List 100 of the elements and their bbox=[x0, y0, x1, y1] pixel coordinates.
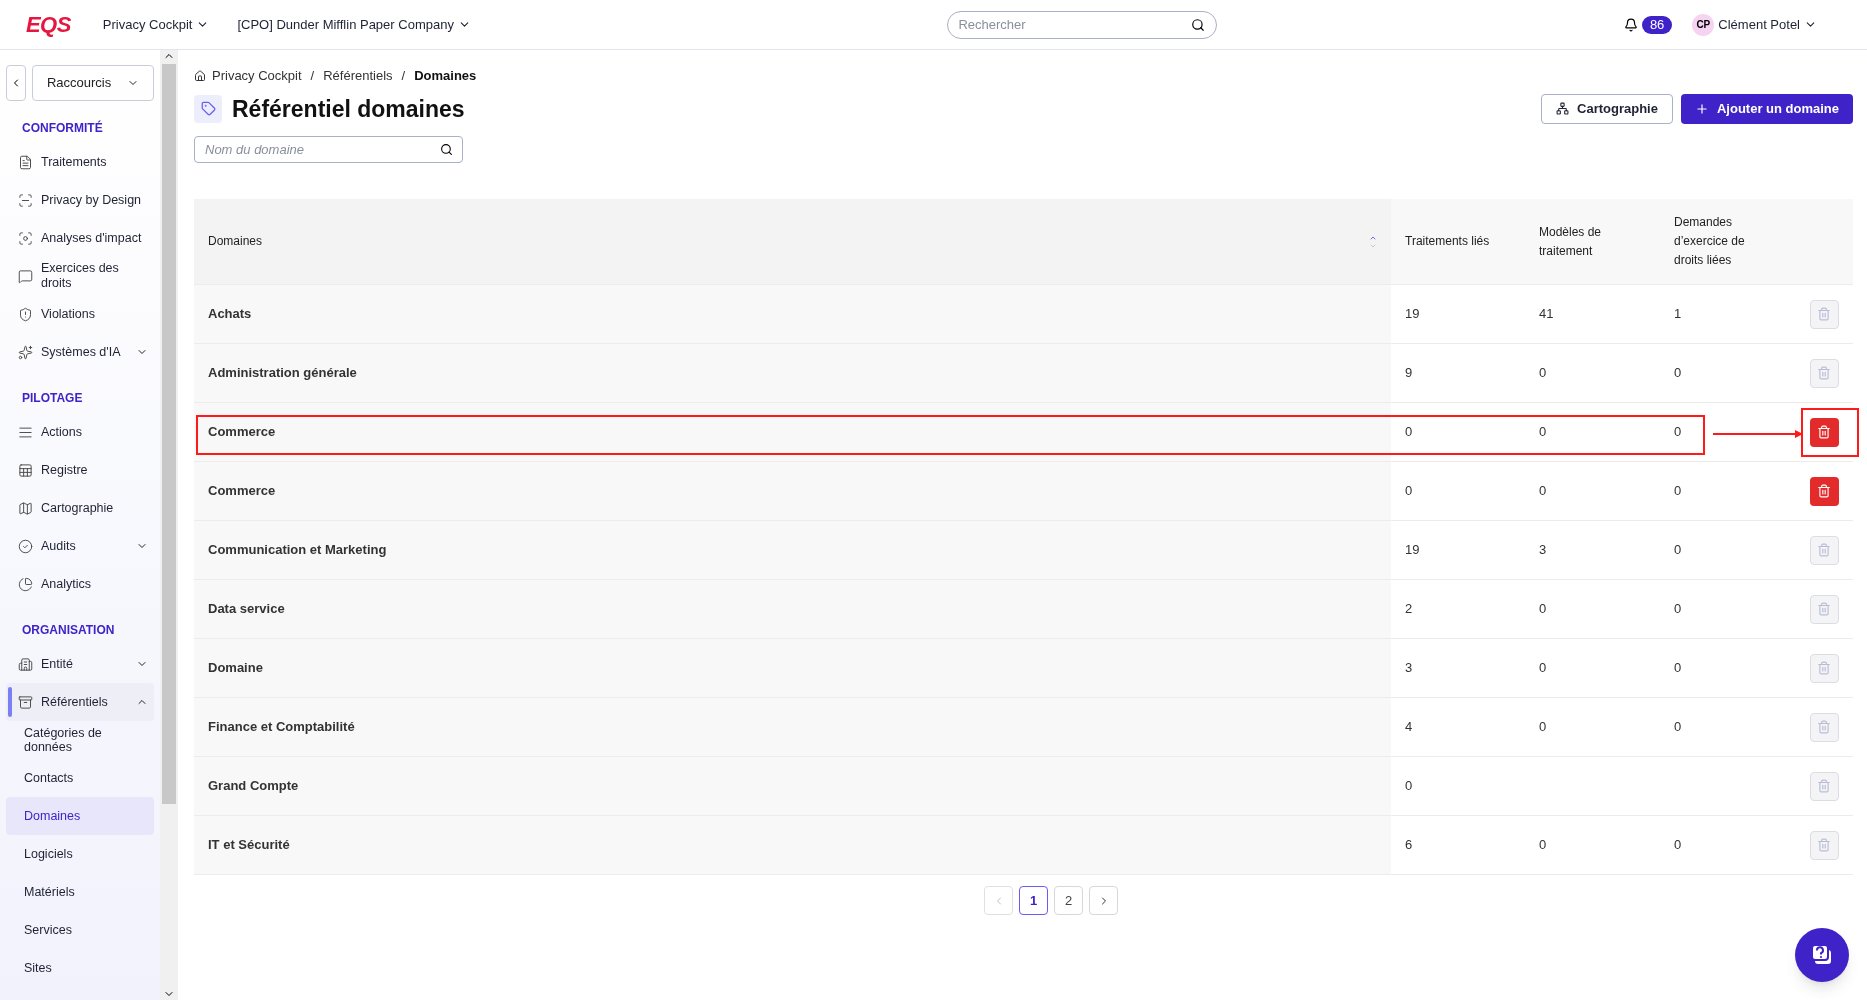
breadcrumb-link[interactable]: Privacy Cockpit bbox=[212, 66, 302, 86]
section-heading: CONFORMITÉ bbox=[21, 119, 104, 137]
scan-icon bbox=[18, 192, 33, 208]
company-menu[interactable]: [CPO] Dunder Mifflin Paper Company bbox=[237, 14, 471, 35]
table-cell-text: 3 bbox=[1539, 541, 1547, 560]
table-cell-text: 0 bbox=[1539, 600, 1547, 619]
notification-badge: 86 bbox=[1641, 15, 1673, 34]
table-cell-text: 41 bbox=[1539, 305, 1554, 324]
table-cell-text: 0 bbox=[1539, 364, 1547, 383]
delete-button[interactable] bbox=[1809, 476, 1839, 506]
pie-chart-icon bbox=[18, 576, 33, 592]
chat-icon bbox=[18, 268, 33, 284]
search-icon bbox=[440, 143, 453, 156]
delete-button[interactable] bbox=[1809, 417, 1839, 447]
domain-name: IT et Sécurité bbox=[208, 836, 290, 855]
help-button[interactable] bbox=[1795, 928, 1849, 982]
table-cell-text: 9 bbox=[1405, 364, 1413, 383]
page-button[interactable]: 1 bbox=[1019, 886, 1048, 915]
trash-icon bbox=[1817, 366, 1831, 380]
trash-icon bbox=[1817, 484, 1831, 498]
sidebar-item[interactable]: Exercices des droits bbox=[6, 257, 155, 295]
sidebar-subitem[interactable]: Domaines bbox=[6, 797, 155, 835]
table-cell-text: 0 bbox=[1405, 777, 1413, 796]
table-cell-text: 0 bbox=[1539, 659, 1547, 678]
domain-search-field[interactable]: Nom du domaine bbox=[194, 136, 463, 163]
user-avatar: CP bbox=[1692, 13, 1715, 36]
app-menu[interactable]: Privacy Cockpit bbox=[102, 14, 210, 35]
sidebar-item[interactable]: Analytics bbox=[6, 565, 155, 603]
table-cell-text: 0 bbox=[1674, 600, 1682, 619]
target-icon bbox=[18, 230, 33, 246]
next-page-button[interactable] bbox=[1089, 886, 1118, 915]
search-field[interactable]: Rechercher bbox=[947, 10, 1218, 39]
column-header[interactable]: Domaines bbox=[194, 199, 1391, 284]
domain-name: Communication et Marketing bbox=[208, 541, 387, 560]
breadcrumb-separator: / bbox=[310, 67, 315, 85]
sidebar-subitem[interactable]: Services bbox=[6, 911, 155, 949]
table-cell-text: 0 bbox=[1674, 541, 1682, 560]
trash-icon bbox=[1817, 838, 1831, 852]
map-icon bbox=[18, 500, 33, 516]
table-cell-text: 4 bbox=[1405, 718, 1413, 737]
sidebar-item[interactable]: Actions bbox=[6, 413, 155, 451]
bell-icon[interactable] bbox=[1623, 17, 1638, 32]
column-header: Traitements liés bbox=[1404, 233, 1491, 250]
sidebar-subitem[interactable]: Catégories de données bbox=[6, 721, 155, 759]
search-icon bbox=[1191, 17, 1206, 32]
trash-icon bbox=[1817, 720, 1831, 734]
domain-name: Domaine bbox=[208, 659, 263, 678]
building-icon bbox=[18, 656, 33, 672]
page-button[interactable]: 2 bbox=[1054, 886, 1083, 915]
table-cell-text: 6 bbox=[1405, 836, 1413, 855]
table-cell-text: 0 bbox=[1539, 718, 1547, 737]
trash-icon bbox=[1817, 602, 1831, 616]
highlight-frame bbox=[1801, 408, 1859, 457]
sidebar-subitem[interactable]: Matériels bbox=[6, 873, 155, 911]
table-cell-text: 0 bbox=[1674, 423, 1682, 442]
table-cell-text: 3 bbox=[1405, 659, 1413, 678]
column-header: Modèles de traitement bbox=[1538, 223, 1603, 260]
sidebar-item[interactable]: Cartographie bbox=[6, 489, 155, 527]
sidebar-item[interactable]: Privacy by Design bbox=[6, 181, 155, 219]
sidebar-item[interactable]: Registre bbox=[6, 451, 155, 489]
sidebar-item[interactable]: Entité bbox=[6, 645, 155, 683]
sidebar-item[interactable]: Traitements bbox=[6, 143, 155, 181]
table-cell-text: 0 bbox=[1674, 482, 1682, 501]
table-cell-text: 19 bbox=[1405, 541, 1420, 560]
sparkles-icon bbox=[18, 344, 33, 360]
sidebar-subitem[interactable]: Sites bbox=[6, 949, 155, 987]
document-icon bbox=[18, 154, 33, 170]
logo[interactable]: EQS bbox=[26, 8, 71, 41]
add-domain-button[interactable]: Ajouter un domaine bbox=[1680, 93, 1853, 124]
sidebar-item[interactable]: Référentiels bbox=[6, 683, 155, 721]
sidebar-subitem[interactable]: Contacts bbox=[6, 759, 155, 797]
domain-name: Administration générale bbox=[208, 364, 357, 383]
table-cell-text: 0 bbox=[1539, 482, 1547, 501]
network-icon bbox=[1556, 102, 1570, 116]
shortcuts-dropdown[interactable]: Raccourcis bbox=[32, 65, 155, 101]
sidebar-item[interactable]: Audits bbox=[6, 527, 155, 565]
trash-icon bbox=[1817, 543, 1831, 557]
breadcrumb-link[interactable]: Référentiels bbox=[323, 66, 393, 86]
archive-icon bbox=[18, 694, 33, 710]
check-circle-icon bbox=[18, 538, 33, 554]
table-cell-text: 0 bbox=[1405, 482, 1413, 501]
home-icon bbox=[194, 69, 206, 82]
table-cell-text: 0 bbox=[1674, 718, 1682, 737]
sidebar-item[interactable]: Analyses d'impact bbox=[6, 219, 155, 257]
trash-icon bbox=[1817, 425, 1831, 439]
sidebar-item[interactable]: Violations bbox=[6, 295, 155, 333]
column-header: Demandes d’exercice de droits liées bbox=[1673, 214, 1746, 269]
table-cell-text: 2 bbox=[1405, 600, 1413, 619]
scrollbar-thumb[interactable] bbox=[162, 64, 177, 804]
sidebar-item[interactable]: Systèmes d'IA bbox=[6, 333, 155, 371]
sidebar-subitem[interactable]: Logiciels bbox=[6, 835, 155, 873]
map-button[interactable]: Cartographie bbox=[1541, 93, 1673, 124]
user-menu[interactable]: Clément Potel bbox=[1718, 14, 1817, 35]
section-heading: PILOTAGE bbox=[21, 390, 84, 407]
table-cell-text: 1 bbox=[1674, 305, 1682, 324]
trash-icon bbox=[1817, 307, 1831, 321]
domain-name: Achats bbox=[208, 305, 252, 324]
domain-name: Commerce bbox=[208, 482, 276, 501]
table-cell-text: 0 bbox=[1674, 659, 1682, 678]
collapse-button[interactable] bbox=[6, 65, 26, 101]
